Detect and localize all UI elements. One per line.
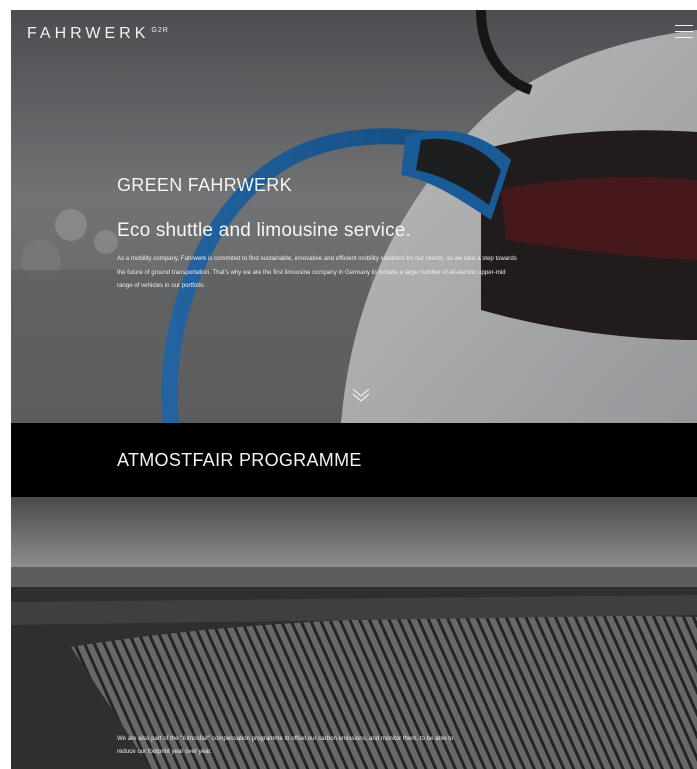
solar-field-image <box>11 497 697 769</box>
double-chevron-down-icon[interactable] <box>350 383 372 405</box>
hero-title: Eco shuttle and limousine service. <box>117 220 412 241</box>
hero-description: As a mobility company, Fahrwerk is commi… <box>117 255 517 289</box>
brand-logo-text: FAHRWERK <box>27 25 150 42</box>
programme-description: We are also part of the "Atmosfair" comp… <box>117 735 454 755</box>
programme-header-band: ATMOSTFAIR PROGRAMME <box>11 423 697 497</box>
hero-overlay <box>11 10 697 423</box>
brand-logo[interactable]: FAHRWERK G2R <box>27 25 169 43</box>
page-frame: FAHRWERK G2R GREEN FAHRWERK Eco shuttle a… <box>11 10 697 769</box>
hamburger-menu-icon[interactable] <box>675 25 693 40</box>
programme-title: ATMOSTFAIR PROGRAMME <box>117 450 362 470</box>
brand-logo-suffix: G2R <box>151 27 169 34</box>
hero-section: FAHRWERK G2R GREEN FAHRWERK Eco shuttle a… <box>11 10 697 423</box>
solar-section: We are also part of the "Atmosfair" comp… <box>11 497 697 769</box>
hero-kicker: GREEN FAHRWERK <box>117 175 292 195</box>
